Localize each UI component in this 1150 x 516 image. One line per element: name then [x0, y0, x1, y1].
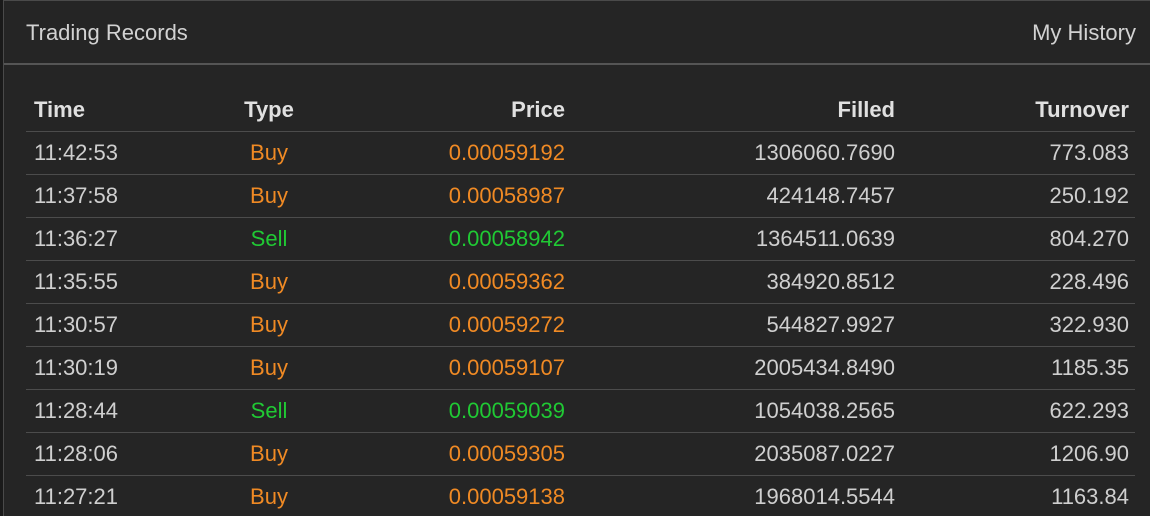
- trade-side: Buy: [250, 269, 288, 294]
- table-row: 11:27:21 Buy 0.00059138 1968014.5544 1163.84: [26, 476, 1135, 516]
- trade-time: 11:37:58: [34, 183, 119, 208]
- trade-time: 11:36:27: [34, 226, 119, 251]
- trade-filled: 1364511.0639: [755, 226, 895, 251]
- trade-filled: 1306060.7690: [754, 140, 895, 165]
- trade-price: 0.00059272: [448, 312, 565, 337]
- column-header-filled: Filled: [837, 96, 895, 122]
- column-header-type: Type: [244, 96, 294, 122]
- trade-time: 11:28:44: [34, 398, 119, 423]
- trade-price: 0.00059305: [448, 441, 565, 466]
- trade-price: 0.00059192: [448, 140, 565, 165]
- trade-turnover: 804.270: [1049, 226, 1129, 251]
- trade-side: Sell: [250, 226, 288, 251]
- column-header-turnover: Turnover: [1035, 96, 1129, 122]
- table-row: 11:30:19 Buy 0.00059107 2005434.8490 1185.35: [26, 347, 1135, 390]
- trade-turnover: 228.496: [1049, 269, 1129, 294]
- trade-turnover: 322.930: [1049, 312, 1129, 337]
- trade-price: 0.00058987: [448, 183, 565, 208]
- trade-turnover: 622.293: [1049, 398, 1129, 423]
- trade-turnover: 1163.84: [1051, 484, 1129, 509]
- table-row: 11:28:44 Sell 0.00059039 1054038.2565 622.29…: [26, 390, 1135, 433]
- trade-filled: 2035087.0227: [754, 441, 895, 466]
- trade-filled: 2005434.8490: [754, 355, 895, 380]
- trade-side: Buy: [250, 355, 288, 380]
- trade-time: 11:30:19: [34, 355, 119, 380]
- trade-turnover: 773.083: [1049, 140, 1129, 165]
- trades-table: Time Type Price Filled Turnover 11:42:53…: [26, 88, 1135, 516]
- table-row: 11:36:27 Sell 0.00058942 1364511.0639 804.27…: [26, 218, 1135, 261]
- trade-time: 11:30:57: [34, 312, 119, 337]
- trade-price: 0.00059362: [448, 269, 565, 294]
- trade-time: 11:27:21: [34, 484, 119, 509]
- trade-time: 11:28:06: [34, 441, 119, 466]
- column-header-time: Time: [34, 96, 85, 122]
- trade-filled: 544827.9927: [766, 312, 895, 337]
- table-row: 11:28:06 Buy 0.00059305 2035087.0227 1206.90: [26, 433, 1135, 476]
- my-history-link[interactable]: My History: [1032, 19, 1136, 47]
- trade-side: Buy: [250, 183, 288, 208]
- trade-side: Buy: [250, 484, 288, 509]
- trade-filled: 384920.8512: [766, 269, 895, 294]
- trade-turnover: 1185.35: [1051, 355, 1129, 380]
- trade-side: Buy: [250, 441, 288, 466]
- trade-filled: 1054038.2565: [754, 398, 895, 423]
- panel-title: Trading Records: [26, 20, 188, 45]
- table-row: 11:35:55 Buy 0.00059362 384920.8512 228.496: [26, 261, 1135, 304]
- trade-filled: 424148.7457: [766, 183, 895, 208]
- trade-turnover: 250.192: [1049, 183, 1129, 208]
- table-body: 11:42:53 Buy 0.00059192 1306060.7690 773.083…: [26, 132, 1135, 516]
- table-row: 11:37:58 Buy 0.00058987 424148.7457 250.192: [26, 175, 1135, 218]
- table-row: 11:30:57 Buy 0.00059272 544827.9927 322.930: [26, 304, 1135, 347]
- column-header-price: Price: [511, 96, 565, 122]
- trade-price: 0.00059107: [448, 355, 565, 380]
- trading-records-panel: Trading Records My History Time Type Pri…: [3, 0, 1150, 516]
- table-row: 11:42:53 Buy 0.00059192 1306060.7690 773.083: [26, 132, 1135, 175]
- trade-filled: 1968014.5544: [754, 484, 895, 509]
- trade-side: Buy: [250, 140, 288, 165]
- table-header-row: Time Type Price Filled Turnover: [26, 88, 1135, 132]
- panel-header: Trading Records My History: [4, 1, 1150, 65]
- trade-turnover: 1206.90: [1049, 441, 1129, 466]
- trade-time: 11:42:53: [34, 140, 119, 165]
- trade-price: 0.00059039: [448, 398, 565, 423]
- trade-price: 0.00058942: [448, 226, 565, 251]
- trade-side: Sell: [250, 398, 288, 423]
- trade-time: 11:35:55: [34, 269, 119, 294]
- trade-price: 0.00059138: [448, 484, 565, 509]
- trade-side: Buy: [250, 312, 288, 337]
